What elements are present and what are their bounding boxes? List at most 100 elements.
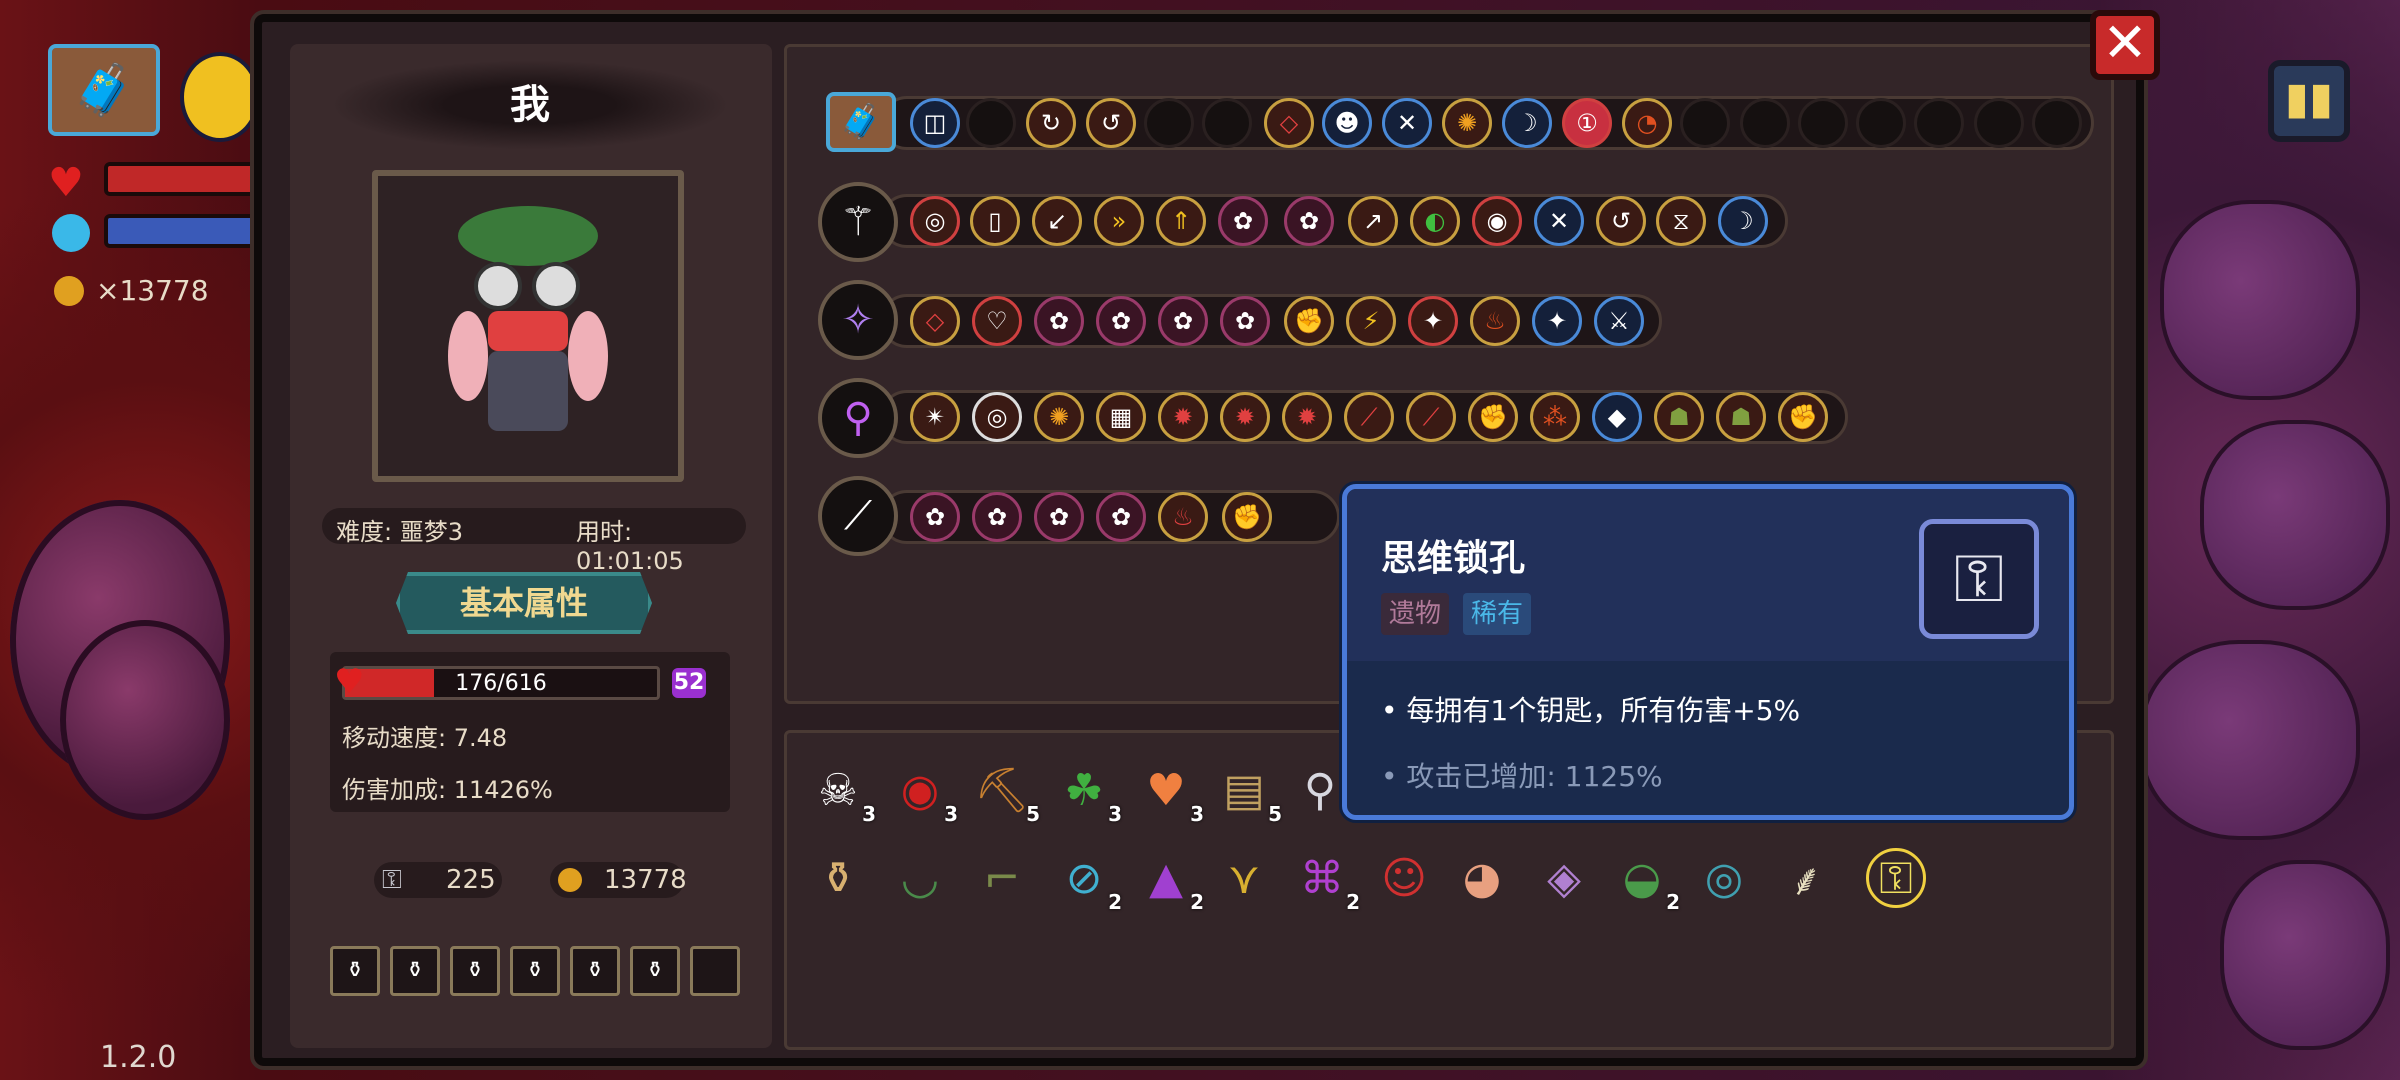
relic-clover-icon[interactable]: ☘ 3 [1054, 760, 1122, 827]
relic-turtle-icon[interactable]: ◒ 2 [1612, 848, 1680, 915]
ability-orb[interactable]: » [1094, 196, 1144, 246]
weapon-staff-icon[interactable]: ⚲ [818, 378, 898, 458]
relic-lantern-icon[interactable]: ⚱ [808, 848, 868, 908]
ability-orb[interactable]: ✹ [1282, 392, 1332, 442]
ability-orb[interactable]: ✊ [1222, 492, 1272, 542]
ability-orb[interactable]: ♨ [1158, 492, 1208, 542]
ability-orb[interactable]: ✦ [1532, 296, 1582, 346]
ability-orb[interactable]: ◐ [1410, 196, 1460, 246]
potion-slot-empty[interactable] [690, 946, 740, 996]
relic-scroll-map-icon[interactable]: ◈ [1534, 848, 1594, 908]
relic-bone-icon[interactable]: ⚲ [1290, 760, 1350, 820]
empty-slot[interactable] [1144, 98, 1194, 148]
ability-orb[interactable]: ✺ [1442, 98, 1492, 148]
relic-mask-icon[interactable]: ☠ 3 [808, 760, 876, 827]
pause-button[interactable]: ▮▮ [2268, 60, 2350, 142]
empty-slot[interactable] [1974, 98, 2024, 148]
ability-orb[interactable]: ☻ [1322, 98, 1372, 148]
ability-orb[interactable]: ☗ [1654, 392, 1704, 442]
chest-slot-icon[interactable]: 🧳 [826, 92, 896, 152]
ability-orb[interactable]: ✿ [1218, 196, 1268, 246]
ability-orb[interactable]: ◎ [910, 196, 960, 246]
potion-slot[interactable]: ⚱ [450, 946, 500, 996]
close-button[interactable]: ✕ [2090, 10, 2160, 80]
ability-orb[interactable]: ✺ [1034, 392, 1084, 442]
ability-orb[interactable]: ↺ [1086, 98, 1136, 148]
ability-orb[interactable]: ① [1562, 98, 1612, 148]
ability-orb[interactable]: ✿ [1096, 296, 1146, 346]
ability-orb[interactable]: ↙ [1032, 196, 1082, 246]
ability-orb[interactable]: ↗ [1348, 196, 1398, 246]
relic-ring-icon[interactable]: ⊘ 2 [1054, 848, 1122, 915]
ability-orb[interactable]: ✕ [1534, 196, 1584, 246]
ability-orb[interactable]: ⧖ [1656, 196, 1706, 246]
potion-slot[interactable]: ⚱ [630, 946, 680, 996]
relic-key-icon[interactable]: ⚿ [1866, 848, 1926, 908]
ability-orb[interactable]: ⚔ [1594, 296, 1644, 346]
relic-compass-icon[interactable]: ◎ [1694, 848, 1754, 908]
empty-slot[interactable] [1740, 98, 1790, 148]
ability-orb[interactable]: ✿ [1034, 296, 1084, 346]
weapon-spear-icon[interactable]: ⟋ [818, 476, 898, 556]
ability-orb[interactable]: ✊ [1778, 392, 1828, 442]
empty-slot[interactable] [1680, 98, 1730, 148]
inventory-chest-icon[interactable]: 🧳 [48, 44, 160, 136]
relic-hat-icon[interactable]: ▲ 2 [1136, 848, 1204, 915]
ability-orb[interactable]: ⟋ [1406, 392, 1456, 442]
ability-orb[interactable]: ✿ [1158, 296, 1208, 346]
ability-orb[interactable]: ◉ [1472, 196, 1522, 246]
ability-orb[interactable]: ▯ [970, 196, 1020, 246]
empty-slot[interactable] [1914, 98, 1964, 148]
ability-orb[interactable]: ◇ [910, 296, 960, 346]
empty-slot[interactable] [1856, 98, 1906, 148]
ability-orb[interactable]: ⁂ [1530, 392, 1580, 442]
potion-slot[interactable]: ⚱ [330, 946, 380, 996]
ability-orb[interactable]: ♡ [972, 296, 1022, 346]
ability-orb[interactable]: ☽ [1718, 196, 1768, 246]
ability-orb[interactable]: ♨ [1470, 296, 1520, 346]
relic-eye-icon[interactable]: ◉ 3 [890, 760, 958, 827]
relic-demon-icon[interactable]: ☺ [1374, 848, 1434, 908]
ability-orb[interactable]: ✿ [1284, 196, 1334, 246]
ability-orb[interactable]: ▦ [1096, 392, 1146, 442]
ability-orb[interactable]: ◔ [1622, 98, 1672, 148]
relic-wing-icon[interactable]: ⸙ [1776, 848, 1836, 908]
ability-orb[interactable]: ✿ [910, 492, 960, 542]
ability-orb[interactable]: ✊ [1284, 296, 1334, 346]
ability-orb[interactable]: ⟋ [1344, 392, 1394, 442]
ability-orb[interactable]: ◆ [1592, 392, 1642, 442]
weapon-staff-icon[interactable]: ✧ [818, 280, 898, 360]
ability-orb[interactable]: ◎ [972, 392, 1022, 442]
ability-orb[interactable]: ✴ [910, 392, 960, 442]
ability-orb[interactable]: ⚡ [1346, 296, 1396, 346]
relic-feather-icon[interactable]: ⌘ 2 [1292, 848, 1360, 915]
relic-leg-icon[interactable]: ⌐ [972, 848, 1032, 908]
ability-orb[interactable]: ◇ [1264, 98, 1314, 148]
potion-slot[interactable]: ⚱ [570, 946, 620, 996]
ability-orb[interactable]: ✿ [972, 492, 1022, 542]
ability-orb[interactable]: ✿ [1220, 296, 1270, 346]
relic-antler-icon[interactable]: ⋎ [1214, 848, 1274, 908]
ability-orb[interactable]: ✿ [1034, 492, 1084, 542]
empty-slot[interactable] [1798, 98, 1848, 148]
ability-orb[interactable]: ✊ [1468, 392, 1518, 442]
potion-slot[interactable]: ⚱ [390, 946, 440, 996]
tab-basic-attributes[interactable]: 基本属性 [396, 572, 652, 634]
relic-bowl-icon[interactable]: ◡ [890, 848, 950, 908]
empty-slot[interactable] [2032, 98, 2082, 148]
ability-orb[interactable]: ☽ [1502, 98, 1552, 148]
weapon-staff-icon[interactable]: ⚚ [818, 182, 898, 262]
ability-orb[interactable]: ↺ [1596, 196, 1646, 246]
relic-heart-icon[interactable]: ♥ 3 [1136, 760, 1204, 827]
ability-orb[interactable]: ✦ [1408, 296, 1458, 346]
ability-orb[interactable]: ◫ [910, 98, 960, 148]
ability-orb[interactable]: ✕ [1382, 98, 1432, 148]
empty-slot[interactable] [1202, 98, 1252, 148]
ability-orb[interactable]: ✿ [1096, 492, 1146, 542]
ability-orb[interactable]: ↻ [1026, 98, 1076, 148]
potion-slot[interactable]: ⚱ [510, 946, 560, 996]
empty-slot[interactable] [966, 98, 1016, 148]
relic-scroll-icon[interactable]: ▤ 5 [1214, 760, 1282, 827]
ability-orb[interactable]: ☗ [1716, 392, 1766, 442]
ability-orb[interactable]: ✹ [1220, 392, 1270, 442]
